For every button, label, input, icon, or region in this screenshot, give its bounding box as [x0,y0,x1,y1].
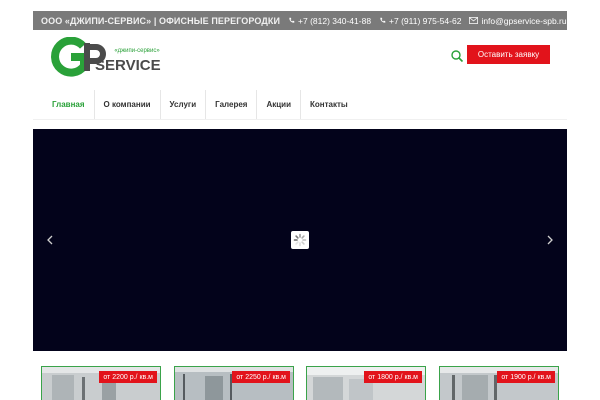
phone-2[interactable]: +7 (911) 975-54-62 [379,16,461,26]
gp-service-logo[interactable]: «джипи-сервис» SERVICE [49,36,179,77]
email-text: info@gpservice-spb.ru [481,15,567,26]
price-badge: от 1900 р./ кв.м [497,371,555,383]
request-button[interactable]: Оставить заявку [467,45,550,64]
search-icon [451,50,464,63]
site-header: «джипи-сервис» SERVICE Оставить заявку [33,30,567,86]
slider-prev-button[interactable] [44,233,56,247]
slider-next-button[interactable] [544,233,556,247]
price-badge: от 1800 р./ кв.м [364,371,422,383]
phone-icon [289,17,295,23]
phone-2-text: +7 (911) 975-54-62 [389,15,462,26]
hero-slider[interactable] [33,129,567,351]
logo-word: SERVICE [95,57,161,74]
chevron-left-icon [47,235,53,245]
nav-item-services[interactable]: Услуги [161,90,207,119]
phone-1-text: +7 (812) 340-41-88 [298,15,372,26]
product-card[interactable]: от 2250 р./ кв.м [174,366,294,400]
email-link[interactable]: info@gpservice-spb.ru [469,15,567,26]
product-card[interactable]: от 2200 р./ кв.м [41,366,161,400]
product-card[interactable]: от 1900 р./ кв.м [439,366,559,400]
company-name: ООО «ДЖИПИ-СЕРВИС» | ОФИСНЫЕ ПЕРЕГОРОДКИ [41,15,281,26]
logo-tagline: «джипи-сервис» [114,48,160,54]
nav-item-home[interactable]: Главная [43,90,95,119]
nav-item-gallery[interactable]: Галерея [206,90,258,119]
chevron-right-icon [547,235,553,245]
main-nav: Главная О компании Услуги Галерея Акции … [33,90,567,120]
top-info-bar: ООО «ДЖИПИ-СЕРВИС» | ОФИСНЫЕ ПЕРЕГОРОДКИ… [33,11,567,30]
loading-spinner [291,231,309,249]
envelope-icon [469,17,479,24]
nav-item-about[interactable]: О компании [95,90,161,119]
price-badge: от 2200 р./ кв.м [99,371,157,383]
phone-1[interactable]: +7 (812) 340-41-88 [288,16,371,26]
search-button[interactable] [450,49,464,63]
phone-icon [380,17,386,23]
price-badge: от 2250 р./ кв.м [232,371,290,383]
page: ООО «ДЖИПИ-СЕРВИС» | ОФИСНЫЕ ПЕРЕГОРОДКИ… [0,0,600,400]
product-cards: от 2200 р./ кв.м от 2250 р./ кв.м от 180… [33,366,567,400]
loading-spinner-icon [293,233,307,247]
product-card[interactable]: от 1800 р./ кв.м [306,366,426,400]
nav-item-contacts[interactable]: Контакты [301,90,357,119]
nav-item-promotions[interactable]: Акции [257,90,302,119]
